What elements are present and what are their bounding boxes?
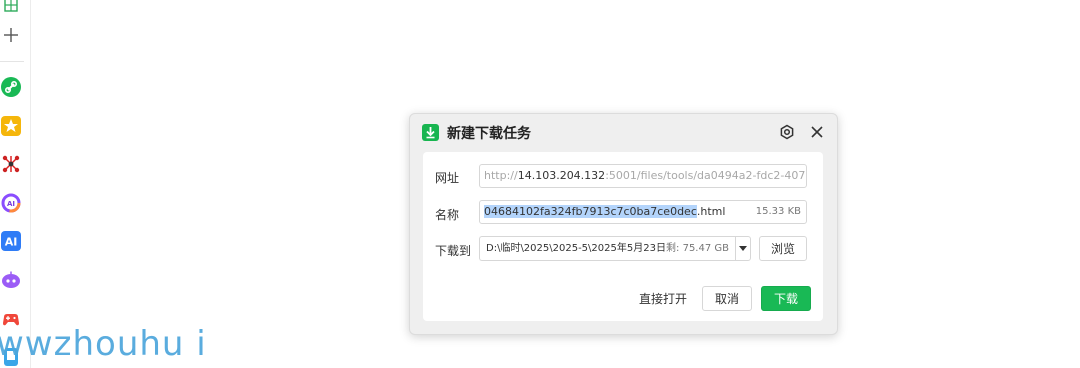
url-host: 14.103.204.132 <box>517 169 606 182</box>
filename-field[interactable]: 04684102fa324fb7913c7c0ba7ce0dec.html 15… <box>479 200 807 224</box>
download-button[interactable]: 下载 <box>761 286 811 311</box>
app-sidebar: AI AI <box>0 0 31 368</box>
plus-icon[interactable] <box>0 24 22 46</box>
star-app-icon[interactable] <box>0 115 22 137</box>
filename-selected-text: 04684102fa324fb7913c7c0ba7ce0dec <box>484 205 697 218</box>
chevron-down-icon <box>739 246 747 251</box>
network-app-icon[interactable] <box>0 153 22 175</box>
settings-icon[interactable] <box>777 122 797 142</box>
save-to-label: 下载到 <box>435 244 472 258</box>
link-app-icon[interactable] <box>0 76 22 98</box>
dialog-title: 新建下载任务 <box>447 126 531 142</box>
save-path-field[interactable]: D:\临时\2025\2025-5\2025年5月23日 剩: 75.47 GB <box>479 236 735 261</box>
watermark-text: wwzhouhu i <box>0 324 207 364</box>
file-size: 15.33 KB <box>755 206 801 217</box>
open-directly-button[interactable]: 直接打开 <box>631 286 695 311</box>
save-path-text: D:\临时\2025\2025-5\2025年5月23日 <box>486 243 666 254</box>
cancel-button[interactable]: 取消 <box>702 286 752 311</box>
svg-text:AI: AI <box>7 200 15 208</box>
download-app-logo-icon <box>422 124 439 141</box>
robot-app-icon[interactable] <box>0 269 22 291</box>
browse-button[interactable]: 浏览 <box>759 236 807 261</box>
dialog-content-panel: 网址 http://14.103.204.132:5001/files/tool… <box>423 152 823 321</box>
path-dropdown-button[interactable] <box>735 236 751 261</box>
filename-extension: .html <box>696 205 726 218</box>
close-icon[interactable] <box>807 122 827 142</box>
url-path: :5001/files/tools/da0494a2-fdc2-4070-a91… <box>605 169 806 182</box>
url-field[interactable]: http://14.103.204.132:5001/files/tools/d… <box>479 164 807 188</box>
ai-ring-app-icon[interactable]: AI <box>0 192 22 214</box>
grid-icon[interactable] <box>0 0 22 16</box>
sidebar-divider <box>0 61 24 62</box>
name-label: 名称 <box>435 208 460 222</box>
new-download-dialog: 新建下载任务 网址 http://14.103.204.132:5001/fil… <box>409 113 838 335</box>
url-label: 网址 <box>435 171 460 185</box>
free-space-text: 剩: 75.47 GB <box>666 243 729 254</box>
ai-app-icon[interactable]: AI <box>0 230 22 252</box>
svg-text:AI: AI <box>5 236 18 249</box>
url-prefix: http:// <box>484 169 518 182</box>
